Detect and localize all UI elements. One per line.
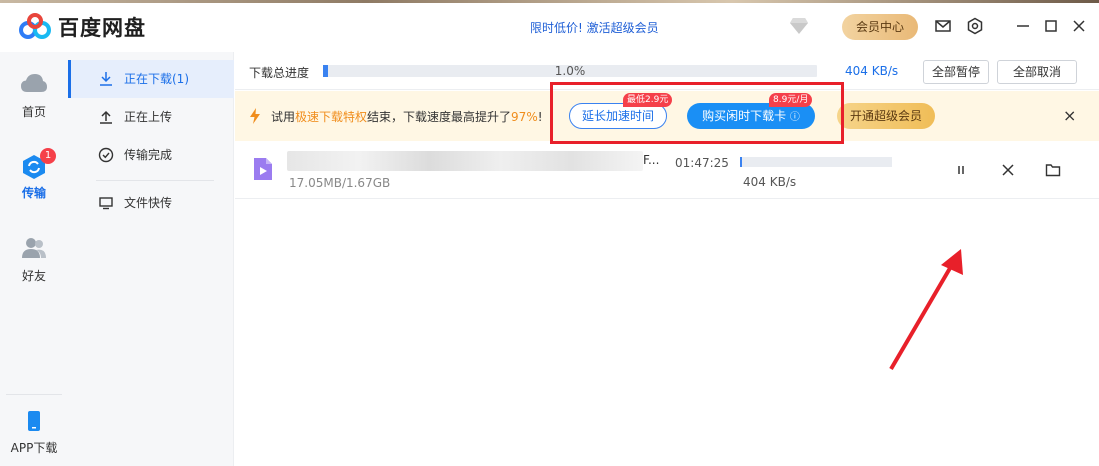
promo-text-1: 限时低价! <box>530 21 583 35</box>
rail-item-app-download[interactable]: APP下载 <box>0 410 68 456</box>
download-icon <box>100 72 112 86</box>
baidu-cloud-logo-icon <box>19 13 51 39</box>
file-size: 17.05MB/1.67GB <box>289 176 391 190</box>
cloud-icon <box>21 74 47 92</box>
banner-text-3: ! <box>537 110 543 124</box>
rail-item-transfer[interactable]: 1 传输 <box>0 148 68 201</box>
rail-label-home: 首页 <box>21 105 46 119</box>
rail-divider <box>6 394 62 395</box>
subnav-divider <box>96 180 214 181</box>
total-speed: 404 KB/s <box>845 64 899 78</box>
phone-icon <box>28 411 40 431</box>
upload-icon <box>100 110 112 124</box>
open-super-vip-button[interactable]: 开通超级会员 <box>837 103 935 129</box>
rail-label-transfer: 传输 <box>21 186 46 200</box>
maximize-icon[interactable] <box>1042 17 1060 35</box>
annotation-arrow <box>889 249 963 371</box>
minimize-icon[interactable] <box>1014 17 1032 35</box>
promo-link[interactable]: 限时低价! 激活超级会员 <box>530 19 659 36</box>
pause-all-button[interactable]: 全部暂停 <box>923 60 989 84</box>
app-title: 百度网盘 <box>58 16 146 40</box>
subnav-label-downloading: 正在下载(1) <box>124 72 189 86</box>
app-logo: 百度网盘 <box>18 12 146 42</box>
banner-highlight-2: 97% <box>511 110 538 124</box>
cancel-icon[interactable] <box>1000 162 1016 178</box>
folder-icon[interactable] <box>1045 162 1061 178</box>
friends-icon <box>22 238 46 258</box>
promo-text-2: 激活超级会员 <box>586 21 659 35</box>
rail-label-friends: 好友 <box>21 269 46 283</box>
file-speed: 404 KB/s <box>743 175 797 189</box>
annotation-highlight-box <box>550 82 844 144</box>
total-progress-percent: 1.0% <box>554 64 586 78</box>
vip-center-button[interactable]: 会员中心 <box>842 14 918 40</box>
lightning-icon <box>250 108 260 124</box>
mail-icon[interactable] <box>934 17 952 35</box>
total-progress-bar: 1.0% <box>323 64 817 78</box>
rail-item-friends[interactable]: 好友 <box>0 236 68 284</box>
subnav-item-downloading[interactable]: 正在下载(1) <box>68 60 234 98</box>
download-file-row[interactable]: F... 17.05MB/1.67GB 01:47:25 404 KB/s <box>235 141 1099 199</box>
transfer-subnav: 正在下载(1) 正在上传 传输完成 文件快传 <box>68 52 234 466</box>
file-name-tail: F... <box>643 153 660 167</box>
transfer-badge: 1 <box>40 148 56 164</box>
rail-item-home[interactable]: 首页 <box>0 72 68 120</box>
video-file-icon <box>254 158 272 180</box>
banner-text-2: 结束，下载速度最高提升了 <box>367 110 512 124</box>
file-progress-bar <box>740 157 892 167</box>
banner-message: 试用极速下载特权结束，下载速度最高提升了97%! <box>271 108 543 125</box>
check-circle-icon <box>98 147 114 163</box>
subnav-label-quick-transfer: 文件快传 <box>124 196 173 210</box>
subnav-item-completed[interactable]: 传输完成 <box>68 136 234 174</box>
close-window-icon[interactable] <box>1070 17 1088 35</box>
subnav-item-quick-transfer[interactable]: 文件快传 <box>68 184 234 222</box>
subnav-item-uploading[interactable]: 正在上传 <box>68 98 234 136</box>
title-bar: 百度网盘 限时低价! 激活超级会员 会员中心 <box>0 0 1099 52</box>
settings-gear-icon[interactable] <box>966 17 984 35</box>
banner-text-1: 试用 <box>271 110 296 124</box>
diamond-icon[interactable] <box>789 17 809 35</box>
cancel-all-button[interactable]: 全部取消 <box>997 60 1077 84</box>
subnav-label-completed: 传输完成 <box>124 148 173 162</box>
total-progress-label: 下载总进度 <box>249 66 310 80</box>
monitor-icon <box>99 197 113 210</box>
file-progress-fill <box>740 157 742 167</box>
file-time-left: 01:47:25 <box>675 156 729 170</box>
download-content: 下载总进度 1.0% 404 KB/s 全部暂停 全部取消 试用极速下载特权结束… <box>235 52 1099 466</box>
banner-close-icon[interactable]: × <box>1063 106 1076 125</box>
rail-label-app-download: APP下载 <box>10 441 58 455</box>
top-strip <box>0 0 1099 3</box>
banner-highlight-1: 极速下载特权 <box>295 110 368 124</box>
subnav-label-uploading: 正在上传 <box>124 110 173 124</box>
file-name-blurred <box>287 151 643 171</box>
left-rail: 首页 1 传输 好友 APP下载 <box>0 52 68 466</box>
pause-icon[interactable] <box>953 162 969 178</box>
